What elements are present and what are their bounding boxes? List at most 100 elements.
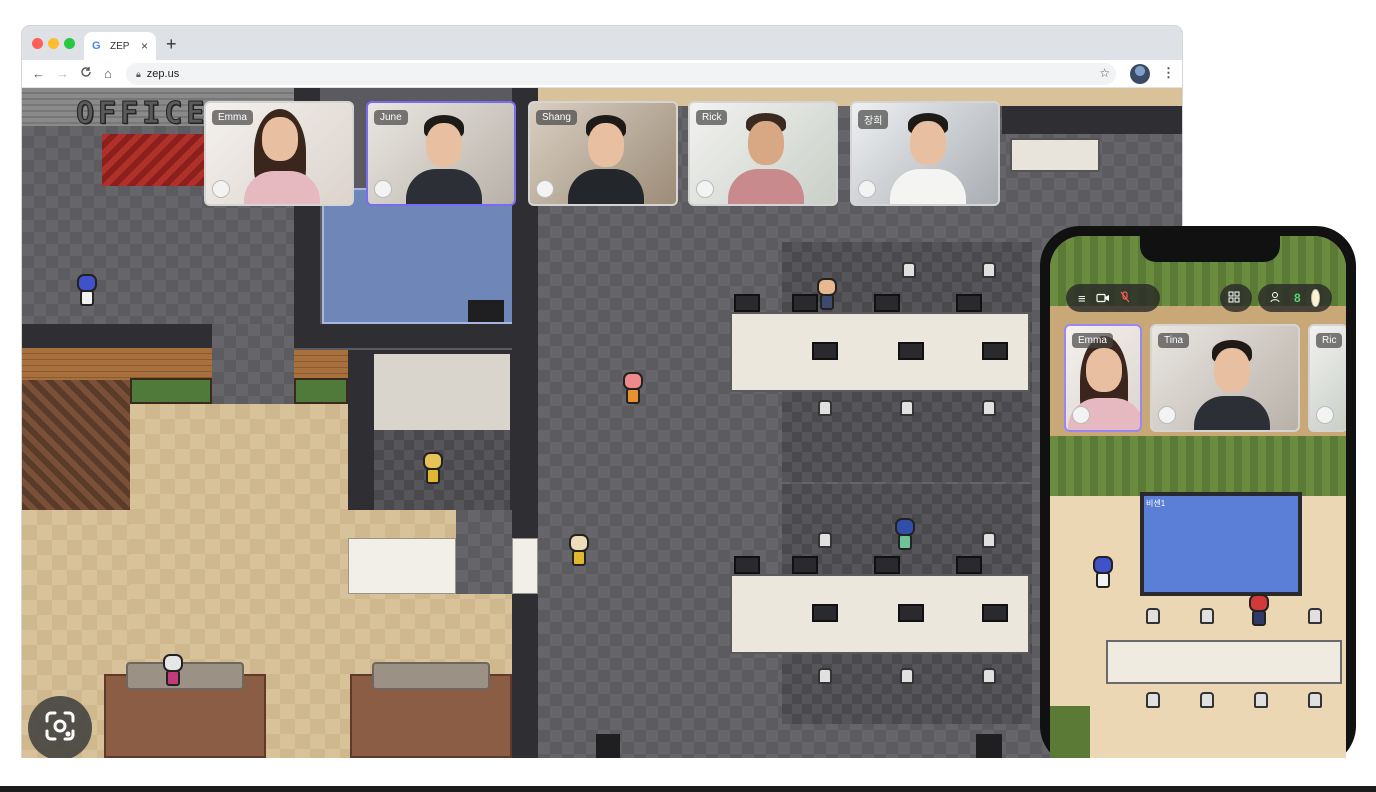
- video-tile-name: Ric: [1316, 333, 1343, 348]
- player-avatar[interactable]: [160, 654, 186, 688]
- player-avatar[interactable]: [814, 278, 840, 312]
- red-carpet: [102, 134, 210, 186]
- sofa: [372, 662, 490, 690]
- mic-muted-icon[interactable]: [1120, 290, 1130, 306]
- monitor: [734, 556, 760, 574]
- monitor: [982, 604, 1008, 622]
- whiteboard: [1010, 138, 1100, 172]
- maximize-window-button[interactable]: [64, 38, 75, 49]
- phone-video-tile[interactable]: Emma: [1064, 324, 1142, 432]
- home-icon[interactable]: ⌂: [104, 65, 112, 83]
- back-arrow-icon[interactable]: ←: [32, 65, 45, 83]
- office-chair: [818, 668, 832, 684]
- reload-icon[interactable]: [80, 65, 92, 83]
- minimize-window-button[interactable]: [48, 38, 59, 49]
- avatar: [212, 180, 230, 198]
- office-chair: [982, 532, 996, 548]
- avatar: [1072, 406, 1090, 424]
- video-tile-name: Shang: [536, 110, 577, 125]
- monitor: [874, 294, 900, 312]
- wall: [320, 324, 512, 348]
- monitor: [956, 294, 982, 312]
- new-tab-icon[interactable]: +: [166, 34, 177, 54]
- floor-area: [456, 510, 512, 594]
- video-tile-name: Emma: [212, 110, 253, 125]
- users-icon: [1270, 291, 1284, 306]
- page: G ZEP × + ← → ⌂ 🔒︎ zep.us ☆ ⋮ OFFICE Emm…: [0, 0, 1376, 792]
- video-tile[interactable]: 장희: [850, 101, 1000, 206]
- meeting-room-floor: [322, 188, 538, 324]
- browser-menu-icon[interactable]: ⋮: [1162, 65, 1175, 81]
- camera-icon[interactable]: [1095, 291, 1110, 306]
- monitor: [898, 604, 924, 622]
- phone-video-tile[interactable]: Ric: [1308, 324, 1346, 432]
- office-chair: [1146, 692, 1160, 708]
- grid-icon: [1228, 291, 1240, 306]
- grid-view-button[interactable]: [1220, 284, 1252, 312]
- wood-wall: [294, 350, 348, 378]
- video-tile[interactable]: Rick: [688, 101, 838, 206]
- player-avatar[interactable]: [892, 518, 918, 552]
- office-chair: [982, 262, 996, 278]
- planter: [130, 378, 212, 404]
- tv-stand: [468, 300, 504, 322]
- office-chair: [982, 668, 996, 684]
- video-tile-name: Rick: [696, 110, 728, 125]
- player-avatar[interactable]: [1090, 556, 1116, 590]
- forward-arrow-icon[interactable]: →: [56, 65, 69, 83]
- monitor: [792, 556, 818, 574]
- video-tile-name: 장희: [858, 110, 889, 129]
- office-chair: [818, 532, 832, 548]
- avatar: [858, 180, 876, 198]
- lock-icon: 🔒︎: [136, 68, 141, 79]
- video-tile-name: Emma: [1072, 333, 1113, 348]
- reception-desk-side: [512, 538, 538, 594]
- phone-video-tile[interactable]: Tina: [1150, 324, 1300, 432]
- browser-tab[interactable]: G ZEP ×: [84, 32, 156, 60]
- tab-close-icon[interactable]: ×: [141, 39, 148, 53]
- presentation-screen[interactable]: 비센1: [1140, 492, 1302, 596]
- fire-extinguisher: [596, 734, 620, 758]
- player-avatar[interactable]: [620, 372, 646, 406]
- planter: [294, 378, 348, 404]
- avatar: [1316, 406, 1334, 424]
- player-avatar[interactable]: [566, 534, 592, 568]
- kitchen-counter: [374, 354, 510, 430]
- video-tile[interactable]: Shang: [528, 101, 678, 206]
- wall: [1002, 106, 1182, 134]
- player-avatar[interactable]: [74, 274, 100, 308]
- bookmark-star-icon[interactable]: ☆: [1099, 66, 1110, 80]
- close-window-button[interactable]: [32, 38, 43, 49]
- player-avatar[interactable]: [1246, 594, 1272, 628]
- monitor: [812, 604, 838, 622]
- wood-wall: [22, 348, 212, 380]
- monitor: [874, 556, 900, 574]
- office-chair: [1200, 608, 1214, 624]
- video-tile[interactable]: Emma: [204, 101, 354, 206]
- video-tile-name: Tina: [1158, 333, 1190, 348]
- visual-search-button[interactable]: [28, 696, 92, 760]
- floor-area: [212, 324, 294, 404]
- participants-button[interactable]: 8: [1258, 284, 1332, 312]
- menu-icon[interactable]: ≡: [1078, 291, 1086, 306]
- avatar: [1158, 406, 1176, 424]
- video-tile[interactable]: June: [366, 101, 516, 206]
- participant-count: 8: [1294, 291, 1301, 305]
- profile-avatar[interactable]: [1130, 64, 1150, 84]
- phone-control-bar: ≡: [1066, 284, 1160, 312]
- tile-floor: [22, 380, 130, 510]
- address-bar[interactable]: 🔒︎ zep.us ☆: [126, 63, 1116, 85]
- office-sign: OFFICE: [75, 96, 209, 132]
- browser-window: G ZEP × + ← → ⌂ 🔒︎ zep.us ☆ ⋮ OFFICE Emm…: [22, 26, 1182, 758]
- bottom-divider: [0, 786, 1376, 792]
- player-avatar[interactable]: [420, 452, 446, 486]
- video-tile-name: June: [374, 110, 408, 125]
- tab-bar: G ZEP × +: [22, 26, 1182, 60]
- avatar: [1310, 289, 1320, 307]
- avatar: [696, 180, 714, 198]
- phone-notch: [1140, 236, 1280, 262]
- office-chair: [1200, 692, 1214, 708]
- monitor: [898, 342, 924, 360]
- avatar: [374, 180, 392, 198]
- grass: [1050, 706, 1090, 766]
